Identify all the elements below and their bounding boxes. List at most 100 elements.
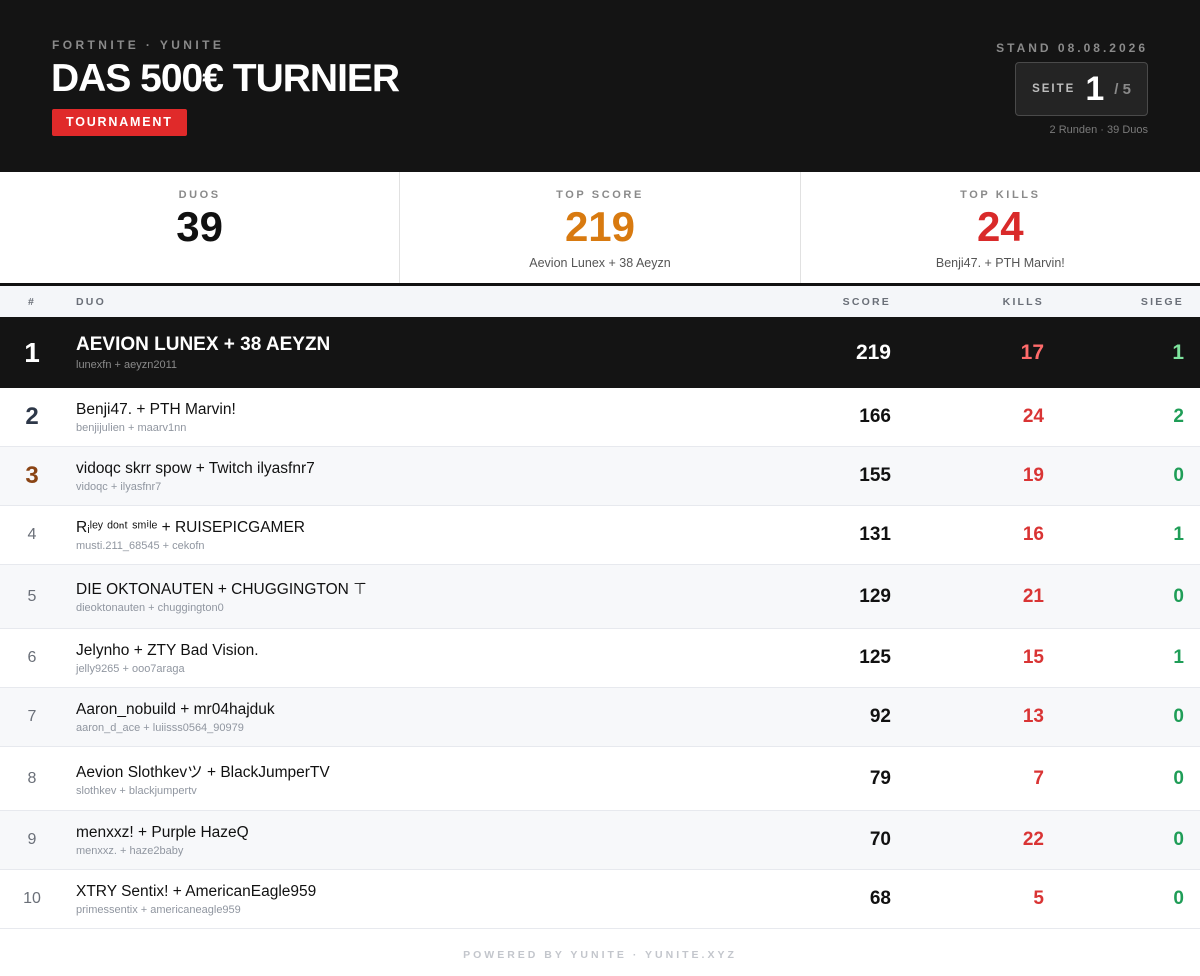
table-row[interactable]: 1 AEVION LUNEX + 38 AEYZN lunexfn + aeyzn2… bbox=[0, 317, 1200, 388]
header-score: SCORE bbox=[842, 295, 891, 308]
row-kills: 24 bbox=[1022, 406, 1044, 427]
duo-name: vidoqc skrr spow + Twitch ilyasfnr7 bbox=[76, 459, 315, 477]
duo-name: AEVION LUNEX + 38 AEYZN bbox=[76, 334, 331, 355]
row-duo: Aaron_nobuild + mr04hajduk aaron_d_ace + … bbox=[64, 701, 791, 734]
duo-accounts: menxxz. + haze2baby bbox=[76, 844, 184, 857]
table-row[interactable]: 3 vidoqc skrr spow + Twitch ilyasfnr7 vido… bbox=[0, 447, 1200, 506]
duo-name: Rᵢˡᵉʸ ᵈᵒⁿᵗ ˢᵐⁱˡᵉ + RUISEPICGAMER bbox=[76, 519, 305, 536]
tournament-badge: TOURNAMENT bbox=[52, 109, 187, 136]
duo-name: Aaron_nobuild + mr04hajduk bbox=[76, 700, 275, 718]
row-kills: 17 bbox=[1020, 340, 1044, 364]
header-rank: # bbox=[27, 295, 37, 308]
stats-bar: DUOS 39 TOP SCORE 219 Aevion Lunex + 38 … bbox=[0, 172, 1200, 286]
row-wins: 0 bbox=[1173, 767, 1184, 789]
stand-date: STAND 08.08.2026 bbox=[996, 41, 1148, 55]
stat-value: 39 bbox=[176, 203, 224, 250]
row-duo: AEVION LUNEX + 38 AEYZN lunexfn + aeyzn20… bbox=[64, 334, 791, 371]
row-kills: 22 bbox=[1022, 829, 1044, 850]
row-duo: XTRY Sentix! + AmericanEagle959 primessen… bbox=[64, 883, 791, 916]
header-wins: SIEGE bbox=[1140, 295, 1184, 308]
table-row[interactable]: 9 menxxz! + Purple HazeQ menxxz. + haze2ba… bbox=[0, 811, 1200, 870]
row-kills: 19 bbox=[1022, 465, 1044, 486]
row-kills: 13 bbox=[1022, 706, 1044, 727]
table-row[interactable]: 2 Benji47. + PTH Marvin! benjijulien + maa… bbox=[0, 388, 1200, 447]
row-score: 166 bbox=[859, 406, 891, 427]
row-wins: 2 bbox=[1173, 406, 1184, 427]
header: FORTNITE · YUNITE DAS 500€ TURNIER TOURN… bbox=[0, 0, 1200, 172]
row-rank: 5 bbox=[27, 587, 37, 605]
table-row[interactable]: 8 Aevion Slothkevツ + BlackJumperTV slothke… bbox=[0, 747, 1200, 811]
duo-name: menxxz! + Purple HazeQ bbox=[76, 823, 249, 841]
table-header: # DUO SCORE KILLS SIEGE bbox=[0, 286, 1200, 317]
row-kills: 7 bbox=[1033, 767, 1044, 789]
row-wins: 0 bbox=[1173, 706, 1184, 727]
row-rank: 7 bbox=[27, 708, 37, 725]
row-score: 92 bbox=[869, 706, 891, 727]
eyebrow: FORTNITE · YUNITE bbox=[52, 38, 225, 52]
table-row[interactable]: 7 Aaron_nobuild + mr04hajduk aaron_d_ace +… bbox=[0, 688, 1200, 747]
stat-value: 24 bbox=[976, 203, 1024, 250]
row-score: 219 bbox=[855, 340, 891, 364]
table-row[interactable]: 6 Jelynho + ZTY Bad Vision. jelly9265 + oo… bbox=[0, 629, 1200, 688]
row-duo: vidoqc skrr spow + Twitch ilyasfnr7 vidoq… bbox=[64, 460, 791, 493]
stat-label: TOP KILLS bbox=[960, 189, 1041, 201]
duo-accounts: aaron_d_ace + luiisss0564_90979 bbox=[76, 721, 244, 734]
duo-accounts: slothkev + blackjumpertv bbox=[76, 785, 197, 797]
stat-top-kills: TOP KILLS 24 Benji47. + PTH Marvin! bbox=[801, 172, 1200, 283]
page-total: / 5 bbox=[1114, 80, 1131, 98]
stat-top-score: TOP SCORE 219 Aevion Lunex + 38 Aeyzn bbox=[400, 172, 801, 283]
row-wins: 1 bbox=[1172, 340, 1184, 364]
row-wins: 0 bbox=[1173, 888, 1184, 909]
row-wins: 1 bbox=[1173, 524, 1184, 545]
duo-accounts: musti.211_68545 + cekofn bbox=[76, 540, 205, 552]
table-row[interactable]: 4 Rᵢˡᵉʸ ᵈᵒⁿᵗ ˢᵐⁱˡᵉ + RUISEPICGAMER musti.2… bbox=[0, 506, 1200, 565]
row-score: 155 bbox=[859, 465, 891, 486]
row-rank: 6 bbox=[27, 649, 37, 666]
row-wins: 0 bbox=[1173, 829, 1184, 850]
row-rank: 2 bbox=[25, 403, 39, 430]
row-wins: 0 bbox=[1173, 465, 1184, 486]
row-rank: 3 bbox=[25, 462, 39, 489]
stat-label: TOP SCORE bbox=[556, 189, 644, 201]
row-score: 70 bbox=[869, 829, 891, 850]
row-rank: 10 bbox=[23, 890, 41, 907]
footer: POWERED BY YUNITE · YUNITE.XYZ bbox=[463, 949, 737, 961]
duo-accounts: lunexfn + aeyzn2011 bbox=[76, 359, 178, 371]
row-kills: 5 bbox=[1033, 888, 1044, 909]
header-kills: KILLS bbox=[1002, 295, 1044, 308]
row-kills: 16 bbox=[1022, 524, 1044, 545]
row-kills: 15 bbox=[1022, 647, 1044, 668]
duo-name: Benji47. + PTH Marvin! bbox=[76, 400, 236, 418]
row-score: 129 bbox=[859, 585, 891, 607]
row-rank: 4 bbox=[27, 526, 37, 543]
header-meta: 2 Runden · 39 Duos bbox=[1049, 124, 1148, 136]
duo-name: DIE OKTONAUTEN + CHUGGINGTON ⊤̄ bbox=[76, 580, 367, 598]
page-label: SEITE bbox=[1032, 83, 1076, 95]
stat-sub: Aevion Lunex + 38 Aeyzn bbox=[529, 256, 671, 270]
row-kills: 21 bbox=[1022, 585, 1044, 607]
duo-accounts: benjijulien + maarv1nn bbox=[76, 421, 187, 434]
row-score: 125 bbox=[859, 647, 891, 668]
row-duo: Aevion Slothkevツ + BlackJumperTV slothkev… bbox=[64, 760, 791, 797]
row-duo: Jelynho + ZTY Bad Vision. jelly9265 + ooo… bbox=[64, 642, 791, 675]
table-row[interactable]: 5 DIE OKTONAUTEN + CHUGGINGTON ⊤̄ dieokton… bbox=[0, 565, 1200, 629]
duo-accounts: jelly9265 + ooo7araga bbox=[76, 662, 185, 675]
row-score: 68 bbox=[869, 888, 891, 909]
row-duo: Benji47. + PTH Marvin! benjijulien + maar… bbox=[64, 401, 791, 434]
row-rank: 8 bbox=[27, 769, 37, 787]
table-row[interactable]: 10 XTRY Sentix! + AmericanEagle959 primess… bbox=[0, 870, 1200, 929]
row-wins: 1 bbox=[1173, 647, 1184, 668]
duo-name: Aevion Slothkevツ + BlackJumperTV bbox=[76, 764, 330, 781]
row-rank: 9 bbox=[27, 831, 37, 848]
stat-value: 219 bbox=[564, 203, 636, 250]
leaderboard: 1 AEVION LUNEX + 38 AEYZN lunexfn + aeyzn2… bbox=[0, 317, 1200, 929]
duo-name: Jelynho + ZTY Bad Vision. bbox=[76, 641, 259, 659]
page-indicator: SEITE 1 / 5 bbox=[1015, 62, 1148, 116]
row-score: 79 bbox=[869, 767, 891, 789]
duo-accounts: vidoqc + ilyasfnr7 bbox=[76, 480, 162, 493]
stat-duos: DUOS 39 bbox=[0, 172, 401, 283]
row-score: 131 bbox=[859, 524, 891, 545]
duo-accounts: dieoktonauten + chuggington0 bbox=[76, 601, 224, 614]
stat-sub: Benji47. + PTH Marvin! bbox=[935, 256, 1065, 270]
row-rank: 1 bbox=[24, 336, 40, 368]
